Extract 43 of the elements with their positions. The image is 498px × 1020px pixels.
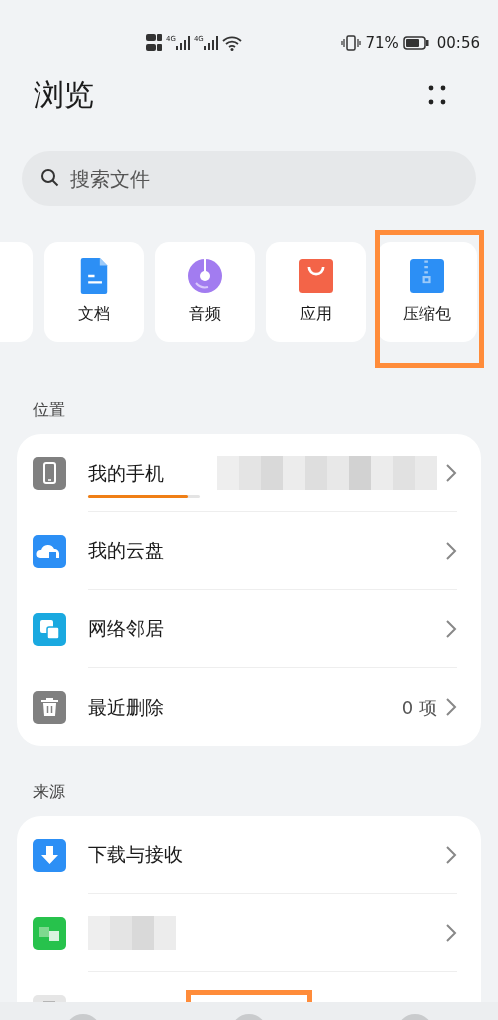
search-field[interactable]: 搜索文件 (22, 151, 476, 206)
vibrate-icon (341, 35, 362, 51)
category-tile[interactable]: 文档 (44, 242, 144, 342)
network-share-icon (33, 612, 66, 646)
cloud-icon (33, 534, 66, 568)
category-tile[interactable]: 应用 (266, 242, 366, 342)
category-tile[interactable]: 压缩包 (377, 242, 477, 342)
battery-icon (402, 36, 429, 50)
battery-percent: 71% (365, 32, 399, 54)
wifi-icon (221, 35, 242, 51)
signal-icon (203, 36, 218, 50)
chevron-right-icon (445, 618, 457, 639)
list-item[interactable]: 网络邻居 (17, 590, 481, 668)
item-label: 我的手机 (88, 460, 165, 486)
chevron-right-icon (445, 844, 457, 865)
search-icon (40, 168, 60, 188)
list-item[interactable]: 下载与接收 (17, 816, 481, 894)
item-label: 我的云盘 (88, 538, 164, 564)
signal-icon (175, 36, 190, 50)
clock-time: 00:56 (436, 32, 480, 54)
music-disc-icon (188, 258, 222, 294)
chevron-right-icon (445, 540, 457, 561)
hd-sim-icon (146, 34, 162, 52)
item-label: 下载与接收 (88, 842, 183, 868)
trash-icon (33, 690, 66, 724)
chevron-right-icon (445, 922, 457, 943)
chevron-right-icon (445, 462, 457, 483)
list-item[interactable]: 最近删除 0 项 (17, 668, 481, 746)
list-item[interactable]: 我的云盘 (17, 512, 481, 590)
item-label: 最近删除 (88, 694, 164, 720)
list-item[interactable]: 我的手机 (17, 434, 481, 512)
chevron-right-icon (445, 697, 457, 717)
category-tile[interactable]: 音频 (155, 242, 255, 342)
phone-icon (33, 456, 66, 490)
item-label: 网络邻居 (88, 616, 164, 642)
shopping-bag-icon (299, 258, 333, 294)
blurred-icon (33, 916, 66, 950)
page-title: 浏览 (33, 76, 94, 114)
section-heading: 来源 (32, 781, 66, 803)
item-count: 0 项 (401, 695, 437, 720)
section-heading: 位置 (32, 399, 66, 421)
zip-file-icon (410, 258, 444, 294)
download-icon (33, 838, 66, 872)
